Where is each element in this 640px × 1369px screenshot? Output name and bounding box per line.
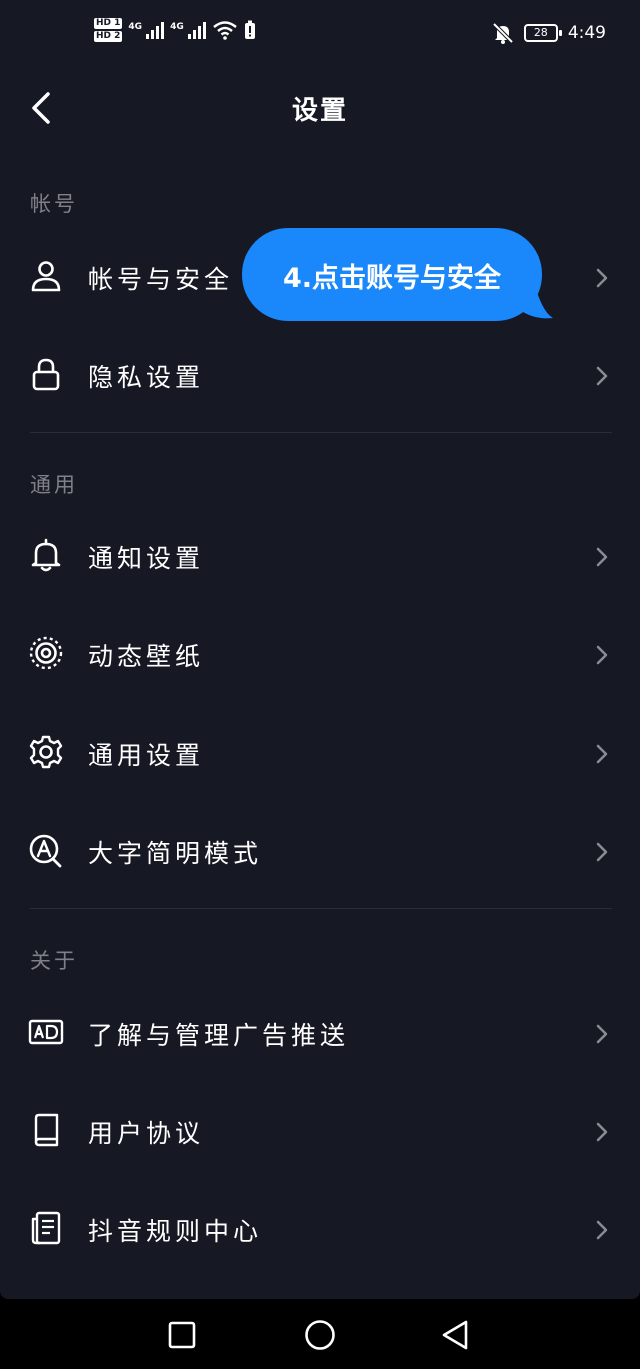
settings-item-privacy[interactable]: 隐私设置 (0, 334, 640, 418)
home-icon[interactable] (302, 1317, 338, 1353)
page-title: 设置 (291, 96, 348, 126)
user-icon (31, 261, 61, 292)
settings-item-label: 隐私设置 (88, 363, 205, 392)
bell-icon (31, 538, 61, 572)
settings-item-notifications[interactable]: 通知设置 (0, 515, 640, 599)
system-navigation-bar (0, 1299, 640, 1369)
section-divider (30, 908, 612, 909)
section-label-account: 帐号 (30, 192, 78, 216)
chevron-right-icon (596, 366, 608, 386)
hd-1-badge: HD 1 (94, 18, 123, 29)
chevron-right-icon (596, 645, 608, 665)
signal-bars-1-icon (146, 21, 165, 39)
settings-item-label: 通知设置 (88, 544, 205, 573)
status-bar: HD 1 HD 2 4G 4G 28 4:49 (0, 0, 640, 70)
settings-item-live-wallpaper[interactable]: 动态壁纸 (0, 613, 640, 697)
ad-icon (28, 1019, 64, 1045)
signal-indicators: HD 1 HD 2 4G 4G (94, 18, 256, 42)
network-type-1: 4G (128, 22, 143, 32)
book-icon (34, 1113, 59, 1147)
settings-item-label: 了解与管理广告推送 (88, 1021, 350, 1050)
settings-item-general-settings[interactable]: 通用设置 (0, 712, 640, 796)
chevron-right-icon (596, 1122, 608, 1142)
settings-item-large-font-mode[interactable]: 大字简明模式 (0, 810, 640, 894)
instruction-tooltip-text: 4.点击账号与安全 (282, 263, 502, 294)
muted-bell-icon (492, 22, 514, 44)
settings-item-label: 通用设置 (88, 741, 205, 770)
back-triangle-icon[interactable] (438, 1317, 474, 1353)
hd-badges: HD 1 HD 2 (94, 18, 123, 42)
instruction-tooltip: 4.点击账号与安全 (242, 228, 542, 321)
status-right: 28 4:49 (492, 22, 606, 44)
settings-screen: HD 1 HD 2 4G 4G 28 4:49 设置 帐号 帐号与安全 隐私设置… (0, 0, 640, 1299)
page-header: 设置 (0, 70, 640, 146)
chevron-right-icon (596, 744, 608, 764)
battery-icon: 28 (523, 24, 562, 42)
settings-item-label: 大字简明模式 (88, 839, 263, 868)
wifi-icon (212, 21, 237, 40)
settings-item-label: 抖音规则中心 (88, 1217, 263, 1246)
settings-item-rules-center[interactable]: 抖音规则中心 (0, 1188, 640, 1272)
lock-icon (32, 358, 60, 391)
wallpaper-icon (29, 636, 63, 670)
settings-item-label: 用户协议 (88, 1119, 205, 1148)
hd-2-badge: HD 2 (94, 31, 123, 42)
chevron-right-icon (596, 1220, 608, 1240)
settings-item-ad-management[interactable]: 了解与管理广告推送 (0, 992, 640, 1076)
settings-item-label: 动态壁纸 (88, 642, 205, 671)
section-divider (30, 432, 612, 433)
chevron-right-icon (596, 1024, 608, 1044)
recents-icon[interactable] (164, 1317, 200, 1353)
battery-saver-icon (244, 20, 255, 39)
large-font-icon (29, 834, 62, 868)
clock: 4:49 (567, 23, 606, 43)
chevron-right-icon (596, 268, 608, 288)
gear-icon (29, 735, 63, 769)
settings-item-label: 帐号与安全 (88, 265, 234, 294)
signal-bars-2-icon (187, 21, 206, 39)
section-label-general: 通用 (30, 473, 78, 497)
section-label-about: 关于 (30, 949, 78, 973)
network-type-2: 4G (170, 22, 184, 32)
chevron-right-icon (596, 842, 608, 862)
settings-item-user-agreement[interactable]: 用户协议 (0, 1090, 640, 1174)
chevron-right-icon (596, 547, 608, 567)
document-icon (31, 1211, 61, 1245)
